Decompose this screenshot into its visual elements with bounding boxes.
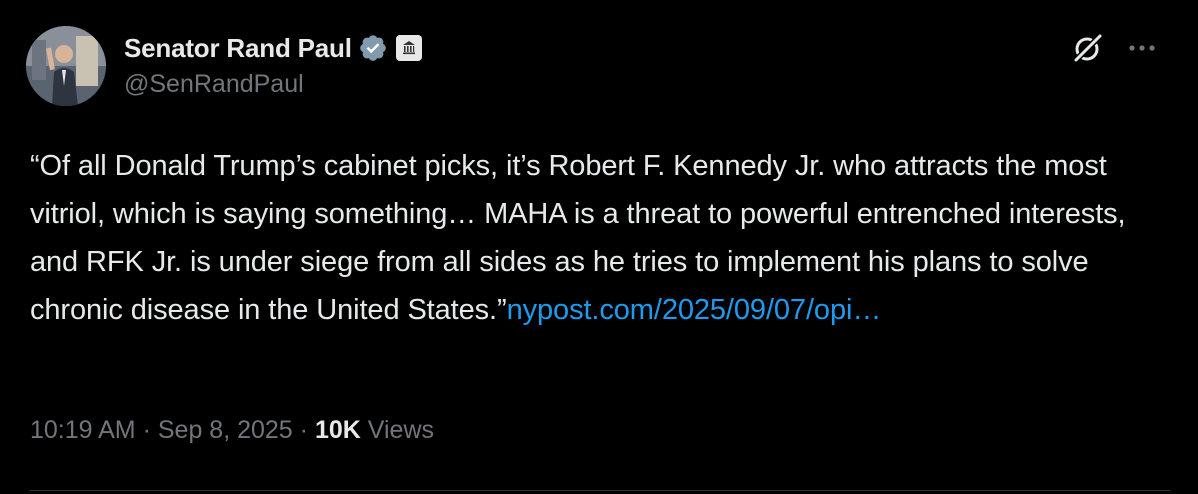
grok-icon[interactable] xyxy=(1070,30,1106,66)
meta-separator: · xyxy=(299,416,308,444)
verified-badge-icon[interactable] xyxy=(358,33,388,63)
tweet-time[interactable]: 10:19 AM xyxy=(30,416,136,444)
display-name[interactable]: Senator Rand Paul xyxy=(124,33,352,64)
tweet-date[interactable]: Sep 8, 2025 xyxy=(158,416,293,444)
user-handle[interactable]: @SenRandPaul xyxy=(124,70,422,99)
avatar-image xyxy=(26,26,106,106)
views-count: 10K xyxy=(314,416,361,444)
tweet-container: Senator Rand Paul @SenRandPaul “Of all D… xyxy=(0,0,1198,494)
name-row: Senator Rand Paul xyxy=(124,30,422,66)
more-options-icon[interactable] xyxy=(1124,34,1160,62)
avatar[interactable] xyxy=(26,26,106,106)
views-label: Views xyxy=(367,416,435,444)
tweet-link[interactable]: nypost.com/2025/09/07/opi… xyxy=(507,294,882,326)
meta-separator: · xyxy=(142,416,151,444)
government-building-icon[interactable] xyxy=(395,35,422,61)
tweet-meta: 10:19 AM · Sep 8, 2025 · 10K Views xyxy=(30,416,434,445)
divider xyxy=(30,490,1170,491)
author-header: Senator Rand Paul @SenRandPaul xyxy=(124,30,422,99)
tweet-text: “Of all Donald Trump’s cabinet picks, it… xyxy=(30,142,1170,334)
